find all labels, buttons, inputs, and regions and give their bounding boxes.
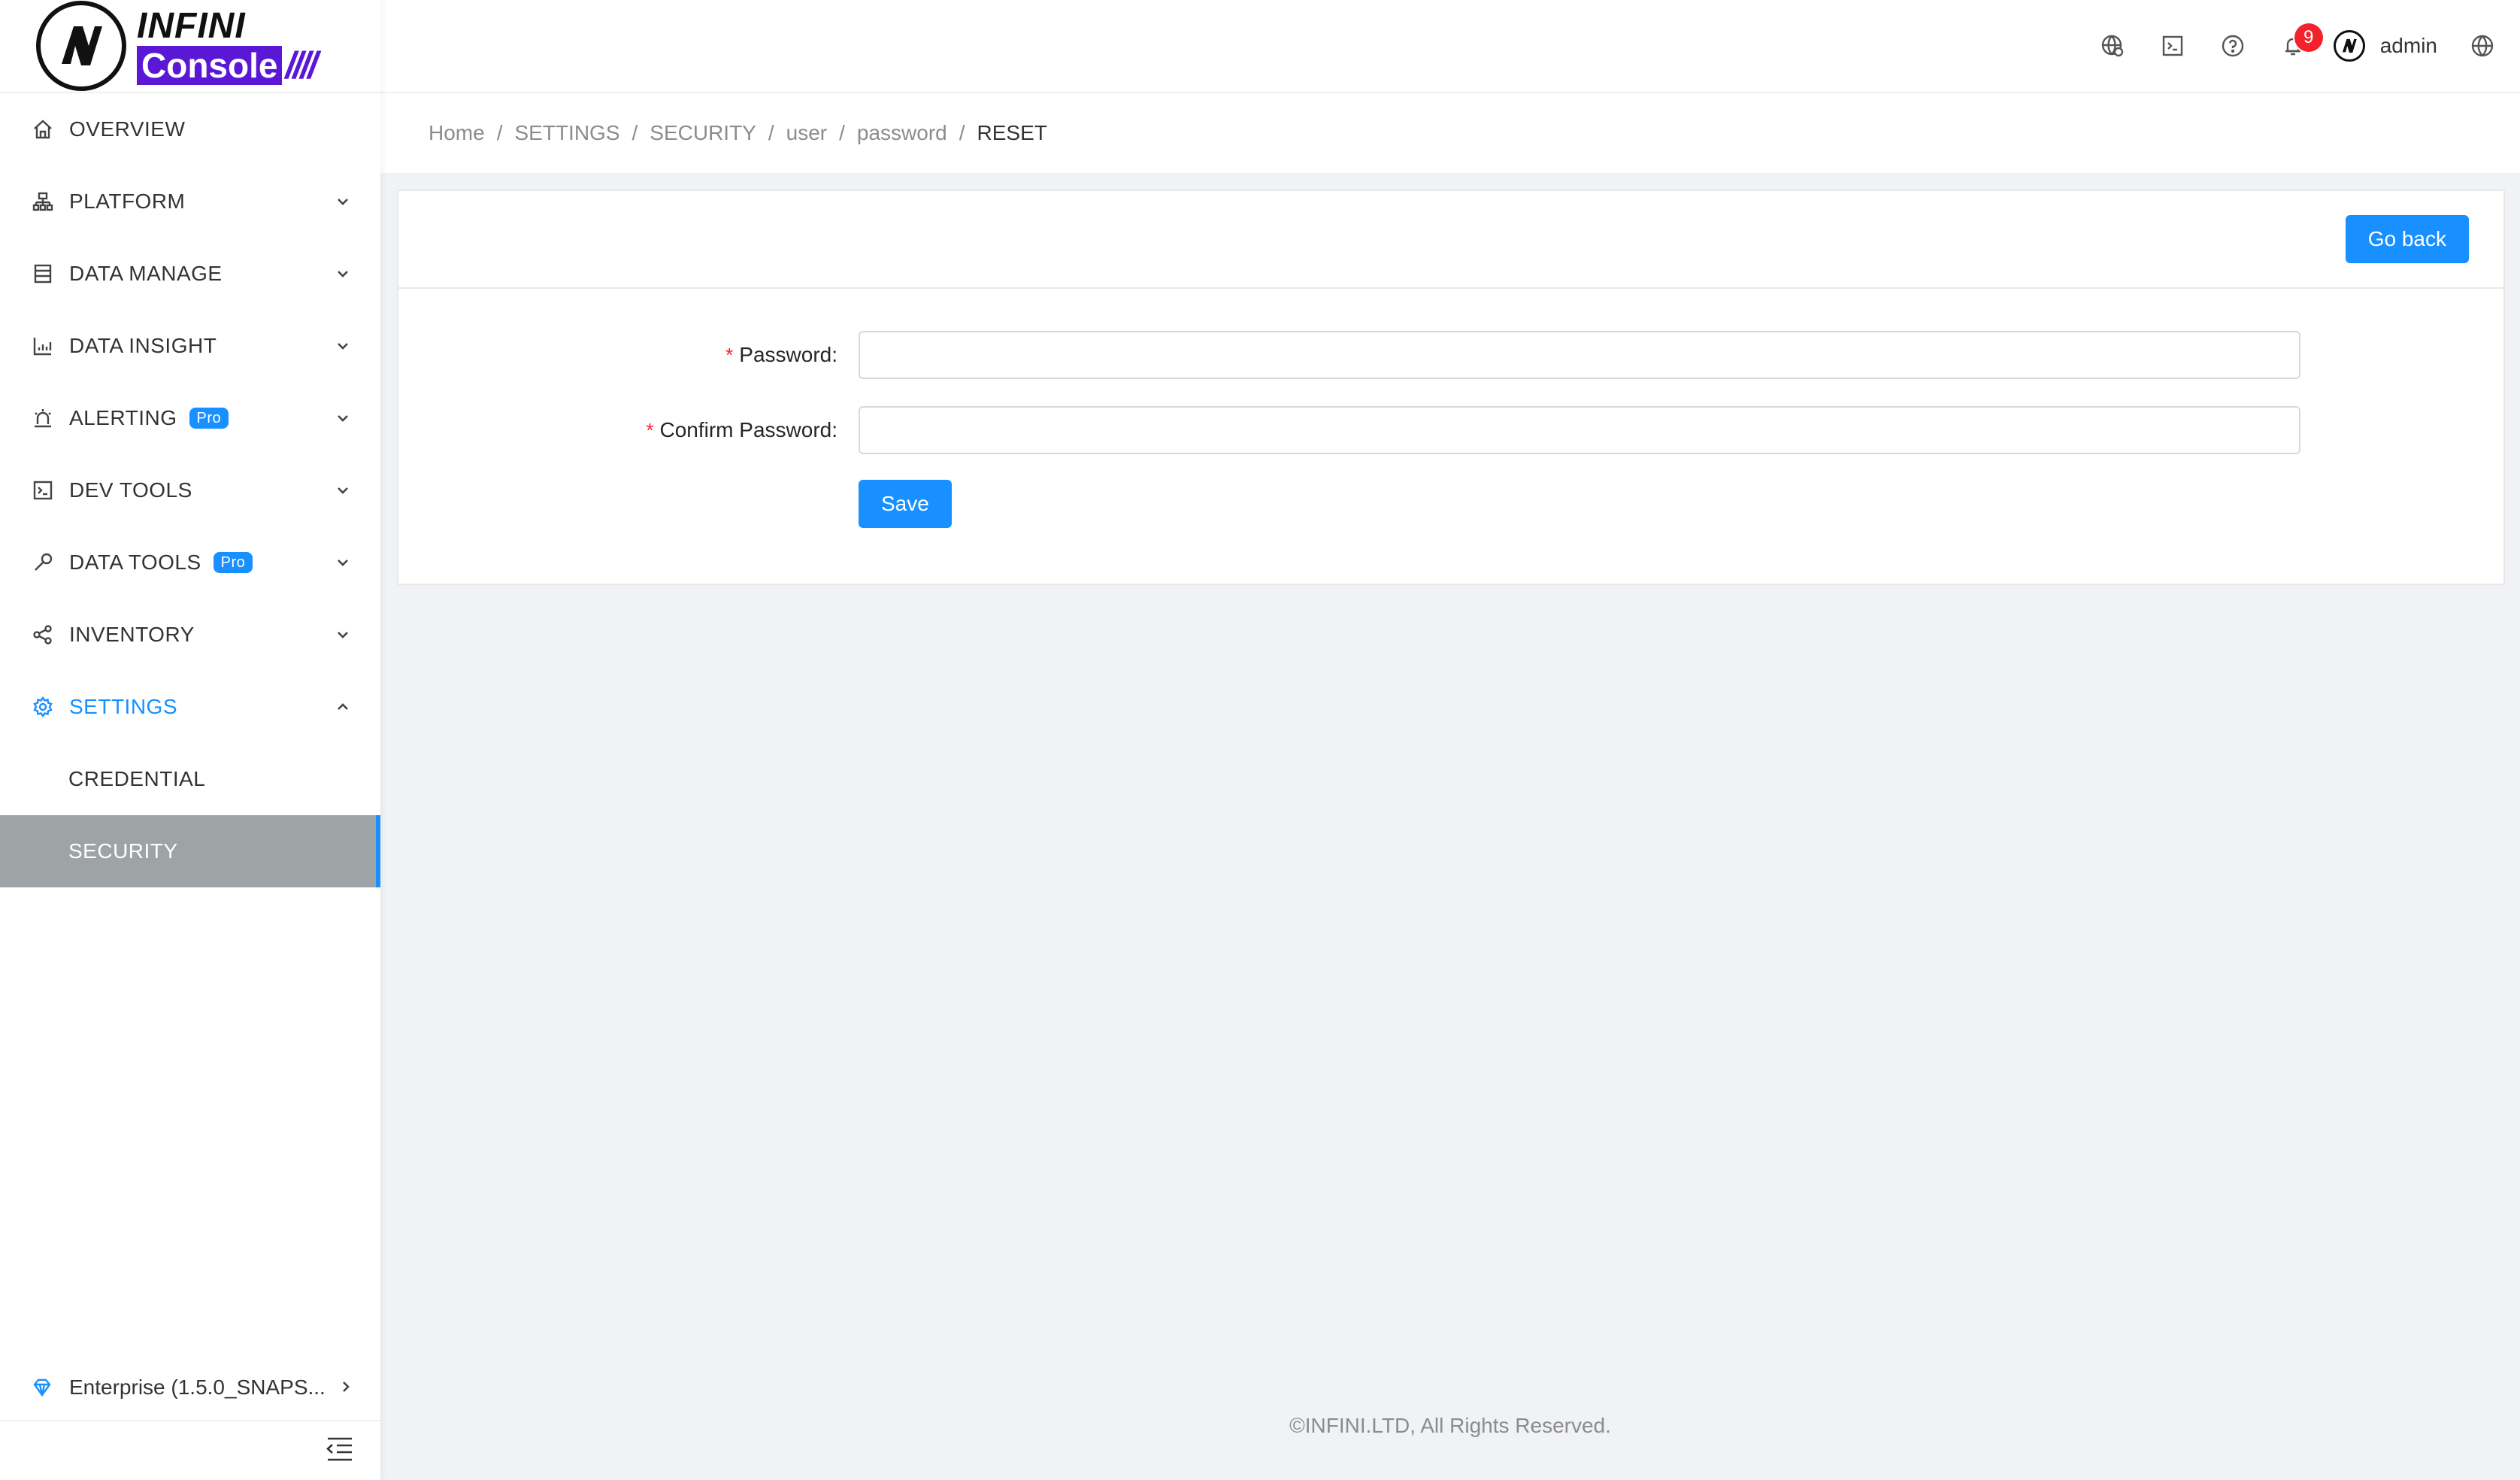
logo[interactable]: INFINI Console ////: [0, 0, 380, 93]
edition-label: Enterprise (1.5.0_SNAPS...: [69, 1375, 326, 1399]
tool-icon: [32, 551, 54, 574]
notification-count-badge: 9: [2294, 23, 2323, 52]
breadcrumb-separator: /: [632, 121, 638, 144]
sidebar-item-label: SETTINGS: [69, 695, 178, 718]
chevron-down-icon: [332, 408, 353, 429]
api-globe-icon[interactable]: [2082, 16, 2143, 76]
pro-badge: Pro: [189, 408, 229, 429]
breadcrumb-security[interactable]: SECURITY: [650, 121, 756, 145]
breadcrumb-separator: /: [959, 121, 965, 144]
sidebar-item-label: DATA TOOLS: [69, 550, 201, 574]
menu-fold-icon[interactable]: [325, 1436, 355, 1466]
sidebar-item-label: OVERVIEW: [69, 117, 186, 141]
terminal-icon: [32, 479, 54, 502]
chevron-down-icon: [332, 263, 353, 284]
go-back-button[interactable]: Go back: [2345, 215, 2469, 263]
sidebar-item-label: CREDENTIAL: [68, 767, 206, 790]
sidebar-item-data-tools[interactable]: DATA TOOLS Pro: [0, 526, 380, 599]
confirm-password-label: * Confirm Password:: [646, 418, 837, 441]
chevron-right-icon: [338, 1375, 353, 1400]
sidebar-item-platform[interactable]: PLATFORM: [0, 165, 380, 238]
sidebar-item-label: PLATFORM: [69, 190, 186, 213]
breadcrumb-user[interactable]: user: [786, 121, 827, 145]
sidebar-item-label: DATA MANAGE: [69, 262, 223, 285]
confirm-password-input[interactable]: [859, 406, 2300, 454]
logo-console-text: Console: [137, 46, 283, 85]
username: admin: [2379, 34, 2437, 57]
app-root: INFINI Console //// OVERVIEW PLATFORM DA…: [0, 0, 2520, 1480]
sidebar-menu: OVERVIEW PLATFORM DATA MANAGE DATA INSIG…: [0, 93, 380, 887]
alarm-icon: [32, 407, 54, 429]
sidebar: INFINI Console //// OVERVIEW PLATFORM DA…: [0, 0, 380, 1480]
sidebar-item-alerting[interactable]: ALERTING Pro: [0, 382, 380, 454]
required-mark: *: [725, 344, 734, 366]
edition-info[interactable]: Enterprise (1.5.0_SNAPS...: [0, 1355, 380, 1421]
password-label: * Password:: [725, 343, 837, 366]
infini-logo-icon: [36, 1, 126, 91]
console-icon[interactable]: [2143, 16, 2203, 76]
breadcrumb-reset: RESET: [977, 121, 1047, 144]
notification-bell-icon[interactable]: 9: [2263, 16, 2323, 76]
chevron-down-icon: [332, 624, 353, 645]
pro-badge: Pro: [213, 552, 253, 573]
avatar: [2333, 30, 2365, 62]
breadcrumb-separator: /: [496, 121, 503, 144]
password-input[interactable]: [859, 331, 2300, 379]
cluster-icon: [32, 190, 54, 213]
chevron-down-icon: [332, 480, 353, 501]
sidebar-item-label: SECURITY: [68, 839, 178, 863]
breadcrumb-separator: /: [768, 121, 774, 144]
breadcrumb-separator: /: [839, 121, 845, 144]
footer-copyright: ©INFINI.LTD, All Rights Reserved.: [1289, 1414, 1611, 1437]
sidebar-item-label: DATA INSIGHT: [69, 334, 217, 357]
chevron-down-icon: [332, 191, 353, 212]
sidebar-item-data-manage[interactable]: DATA MANAGE: [0, 238, 380, 310]
breadcrumb: Home / SETTINGS / SECURITY / user / pass…: [380, 93, 2520, 173]
reset-password-card: Go back * Password: * Confirm Password: Sa…: [397, 190, 2505, 585]
top-header: 9 admin: [380, 0, 2520, 93]
chart-icon: [32, 335, 54, 357]
logo-infini-text: INFINI: [137, 6, 246, 46]
database-icon: [32, 262, 54, 285]
gear-icon: [32, 696, 54, 718]
sidebar-item-data-insight[interactable]: DATA INSIGHT: [0, 310, 380, 382]
share-icon: [32, 623, 54, 646]
user-menu[interactable]: admin: [2333, 30, 2437, 62]
logo-slashes: ////: [285, 44, 318, 86]
breadcrumb-password[interactable]: password: [857, 121, 947, 145]
breadcrumb-home[interactable]: Home: [429, 121, 485, 145]
sidebar-item-settings[interactable]: SETTINGS: [0, 671, 380, 743]
language-globe-icon[interactable]: [2452, 16, 2512, 76]
sidebar-item-dev-tools[interactable]: DEV TOOLS: [0, 454, 380, 526]
sidebar-subitem-credential[interactable]: CREDENTIAL: [0, 743, 380, 815]
sidebar-item-label: DEV TOOLS: [69, 478, 192, 502]
chevron-up-icon: [332, 696, 353, 717]
sidebar-item-label: ALERTING: [69, 406, 177, 429]
chevron-down-icon: [332, 335, 353, 356]
chevron-down-icon: [332, 552, 353, 573]
sidebar-subitem-security[interactable]: SECURITY: [0, 815, 380, 887]
save-button[interactable]: Save: [859, 480, 952, 528]
home-icon: [32, 118, 54, 141]
sidebar-item-inventory[interactable]: INVENTORY: [0, 599, 380, 671]
help-icon[interactable]: [2203, 16, 2263, 76]
diamond-icon: [32, 1376, 54, 1399]
required-mark: *: [646, 419, 654, 441]
sidebar-item-overview[interactable]: OVERVIEW: [0, 93, 380, 165]
card-header: Go back: [398, 191, 2503, 289]
breadcrumb-settings[interactable]: SETTINGS: [514, 121, 619, 145]
sidebar-item-label: INVENTORY: [69, 623, 195, 646]
